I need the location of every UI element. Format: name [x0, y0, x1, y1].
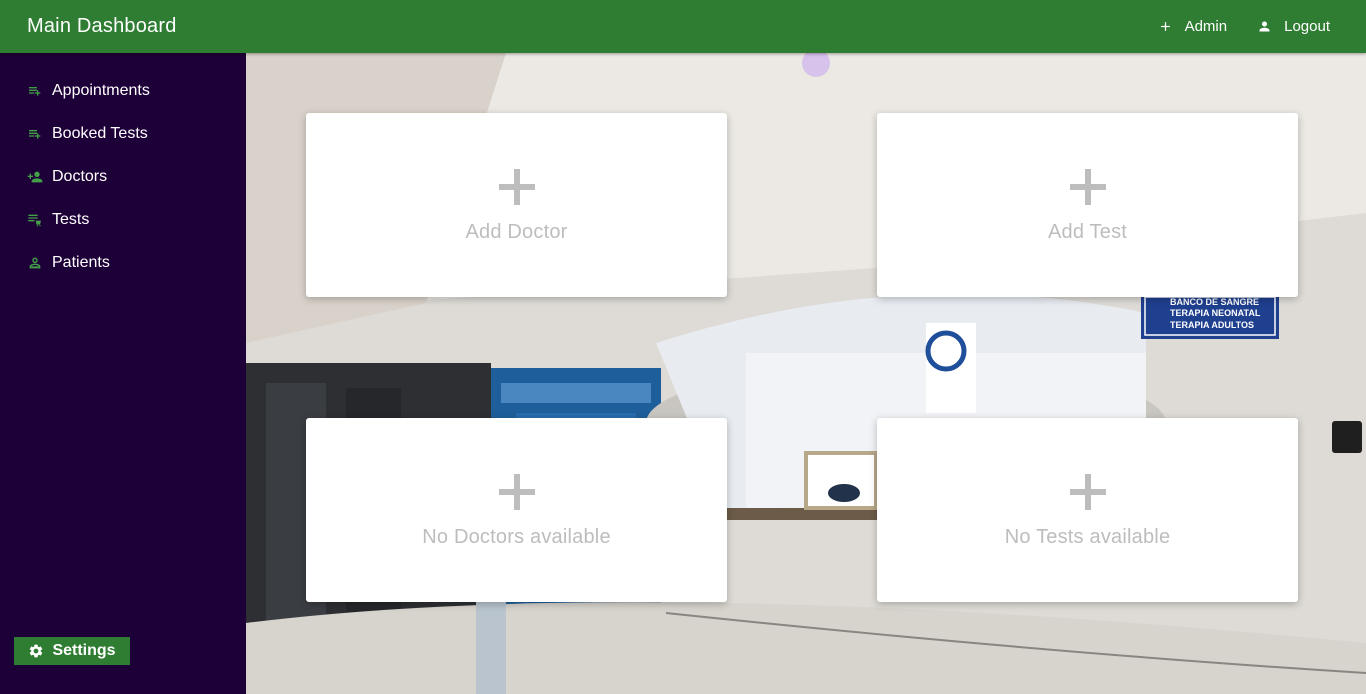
settings-button[interactable]: Settings: [14, 637, 130, 665]
sidebar-item-label: Tests: [52, 210, 90, 228]
sidebar-item-label: Booked Tests: [52, 124, 148, 142]
card-label: Add Test: [1047, 220, 1128, 243]
sidebar-item-booked-tests[interactable]: Booked Tests: [0, 112, 246, 155]
sidebar-nav: Appointments Booked Tests Doctors Tests …: [0, 53, 246, 284]
sign-line-2: TERAPIA NEONATAL: [1170, 308, 1261, 318]
add-test-card[interactable]: Add Test: [877, 113, 1298, 297]
logout-link[interactable]: Logout: [1257, 18, 1330, 35]
plus-icon: [1068, 472, 1108, 512]
plus-icon: [1160, 22, 1170, 31]
top-nav: Admin Logout: [1158, 18, 1330, 35]
sign-line-1: BANCO DE SANGRE: [1170, 297, 1259, 307]
sidebar-item-appointments[interactable]: Appointments: [0, 69, 246, 112]
plus-icon: [1068, 167, 1108, 207]
sidebar-item-label: Patients: [52, 253, 110, 271]
card-label: No Doctors available: [422, 525, 611, 548]
user-icon: [1259, 21, 1270, 32]
add-doctor-card[interactable]: Add Doctor: [306, 113, 727, 297]
no-tests-card[interactable]: No Tests available: [877, 418, 1298, 602]
playlist-add-icon: [29, 86, 41, 96]
sign-line-3: TERAPIA ADULTOS: [1170, 320, 1254, 330]
plus-icon: [497, 167, 537, 207]
sidebar-item-patients[interactable]: Patients: [0, 241, 246, 284]
playlist-add-icon: [29, 129, 41, 139]
person-icon: [29, 257, 41, 268]
person-add-icon: [27, 171, 43, 182]
admin-link[interactable]: Admin: [1158, 18, 1228, 35]
app-title: Main Dashboard: [27, 15, 177, 37]
sidebar-item-doctors[interactable]: Doctors: [0, 155, 246, 198]
logout-link-label: Logout: [1284, 18, 1330, 35]
sidebar: Appointments Booked Tests Doctors Tests …: [0, 53, 246, 694]
gear-icon: [30, 644, 43, 658]
sidebar-item-label: Doctors: [52, 167, 108, 185]
sidebar-item-tests[interactable]: Tests: [0, 198, 246, 241]
lab-cart-icon: [28, 214, 41, 226]
main-content: BANCO DE SANGRE TERAPIA NEONATAL TERAPIA…: [246, 53, 1366, 694]
top-app-bar: Main Dashboard Admin Logout: [0, 0, 1366, 53]
card-label: Add Doctor: [465, 220, 568, 243]
no-doctors-card[interactable]: No Doctors available: [306, 418, 727, 602]
admin-link-label: Admin: [1184, 18, 1228, 35]
plus-icon: [497, 472, 537, 512]
settings-button-label: Settings: [52, 642, 116, 659]
card-label: No Tests available: [1004, 525, 1171, 548]
sidebar-item-label: Appointments: [52, 81, 150, 99]
